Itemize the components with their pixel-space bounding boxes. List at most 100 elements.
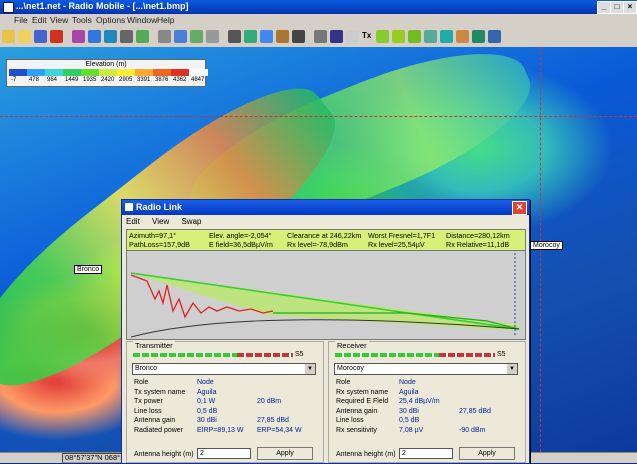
transmitter-row-label: Line loss: [134, 407, 162, 415]
receiver-row-label: Required E Field: [336, 398, 389, 405]
save-icon[interactable]: [34, 30, 47, 43]
tx-apply-button[interactable]: Apply: [257, 447, 313, 460]
open-icon[interactable]: [18, 30, 31, 43]
picture-icon[interactable]: [260, 30, 273, 43]
radio-icon: [125, 203, 133, 211]
transmitter-row-label: Role: [134, 379, 149, 386]
net-icon[interactable]: [50, 30, 63, 43]
menu-help[interactable]: Help: [157, 15, 174, 25]
find-icon[interactable]: [330, 30, 343, 43]
site-label-bronco[interactable]: Bronco: [74, 265, 103, 274]
legend-swatch: [171, 69, 190, 76]
receiver-title: Receiver: [335, 341, 369, 350]
satellite-icon[interactable]: [120, 30, 133, 43]
close-button[interactable]: ×: [623, 1, 637, 14]
globe-icon[interactable]: [88, 30, 101, 43]
receiver-row-label: Antenna gain: [336, 407, 378, 415]
worst-fresnel-value: Worst Fresnel=1,7F1: [368, 231, 436, 240]
rx-signal-bar-red: [439, 353, 495, 357]
legend-tick: 478: [29, 77, 40, 83]
antenna-icon[interactable]: [72, 30, 85, 43]
chevron-down-icon[interactable]: ▼: [507, 364, 517, 374]
legend-tick: -7: [11, 77, 17, 83]
grid-icon[interactable]: [314, 30, 327, 43]
receiver-select[interactable]: Morocoy ▼: [334, 363, 518, 375]
dialog-menu: Edit View Swap: [126, 217, 211, 226]
clearance-value: Clearance at 246,22km: [287, 231, 362, 240]
receiver-row-label: Rx system name: [336, 388, 389, 396]
grid-line-horizontal: [0, 116, 637, 117]
minimize-button[interactable]: _: [597, 1, 611, 14]
menu-file[interactable]: File: [14, 15, 28, 25]
route-icon[interactable]: [440, 30, 453, 43]
map-icon[interactable]: [472, 30, 485, 43]
transmitter-row-value: Aguila: [197, 388, 217, 396]
menu-bar: File Edit View Tools Options Window Help: [0, 14, 637, 27]
menu-tools[interactable]: Tools: [72, 15, 92, 25]
rx-scale-label: S5: [497, 351, 506, 358]
dialog-close-button[interactable]: ✕: [512, 201, 527, 215]
rx-antenna-height-input[interactable]: 2: [399, 448, 453, 459]
azimuth-value: Azimuth=97,1°: [129, 231, 177, 240]
legend-swatch: [117, 69, 136, 76]
tx-antenna-height-input[interactable]: 2: [197, 448, 251, 459]
paste-icon[interactable]: [190, 30, 203, 43]
page-icon[interactable]: [206, 30, 219, 43]
text-icon[interactable]: [346, 30, 359, 43]
receiver-row-value2: -90 dBm: [459, 426, 486, 434]
visual-icon[interactable]: [456, 30, 469, 43]
style-icon[interactable]: [408, 30, 421, 43]
dialog-menu-view[interactable]: View: [152, 217, 169, 226]
tx-signal-bar-red: [237, 353, 293, 357]
merge-icon[interactable]: [136, 30, 149, 43]
receiver-row-value: 25,4 dBµV/m: [399, 398, 440, 405]
copy-icon[interactable]: [174, 30, 187, 43]
profile-svg: [127, 251, 525, 339]
legend-title: Elevation (m): [85, 61, 127, 68]
zoom-icon[interactable]: [292, 30, 305, 43]
polar-icon[interactable]: [392, 30, 405, 43]
transmitter-select[interactable]: Bronco ▼: [132, 363, 316, 375]
info-icon[interactable]: [488, 30, 501, 43]
dialog-menu-edit[interactable]: Edit: [126, 217, 140, 226]
new-icon[interactable]: [2, 30, 15, 43]
rx-apply-button[interactable]: Apply: [459, 447, 515, 460]
globe2-icon[interactable]: [104, 30, 117, 43]
menu-view[interactable]: View: [50, 15, 68, 25]
legend-swatch: [189, 69, 208, 76]
menu-window[interactable]: Window: [127, 15, 157, 25]
radio-link-dialog: Radio Link ✕ Edit View Swap Azimuth=97,1…: [121, 199, 530, 464]
rx-antenna-height-label: Antenna height (m): [336, 451, 396, 458]
transmitter-title: Transmitter: [133, 341, 175, 350]
transmitter-row-label: Tx power: [134, 398, 163, 405]
transmitter-panel: Transmitter S5 Bronco ▼ Role Node Tx syste…: [126, 341, 324, 463]
path-profile-plot[interactable]: [126, 250, 526, 340]
elevation-legend: Elevation (m) -7 478 964 1449 1935 2420 2905 33…: [6, 59, 208, 87]
legend-swatch: [45, 69, 64, 76]
legend-tick: 1935: [83, 77, 97, 83]
tx-antenna-height-label: Antenna height (m): [134, 451, 194, 458]
print-icon[interactable]: [228, 30, 241, 43]
rx-level-uv-value: Rx level=25,54µV: [368, 240, 425, 249]
coverage-icon[interactable]: [424, 30, 437, 43]
menu-options[interactable]: Options: [96, 15, 125, 25]
chevron-down-icon[interactable]: ▼: [305, 364, 315, 374]
dialog-title: Radio Link: [136, 202, 183, 212]
site-label-morocoy[interactable]: Morocoy: [530, 241, 563, 250]
receiver-select-value: Morocoy: [337, 365, 364, 372]
legend-tick: 4847: [191, 77, 205, 83]
tx-button[interactable]: Tx: [362, 31, 371, 40]
elevation-icon[interactable]: [276, 30, 289, 43]
maximize-button[interactable]: □: [610, 1, 624, 14]
menu-edit[interactable]: Edit: [32, 15, 47, 25]
export-icon[interactable]: [244, 30, 257, 43]
elev-angle-value: Elev. angle=-2,054°: [209, 231, 272, 240]
efield-value: E field=36,5dBµV/m: [209, 240, 273, 249]
link-icon[interactable]: [376, 30, 389, 43]
transmitter-row-label: Tx system name: [134, 388, 186, 396]
dialog-menu-swap[interactable]: Swap: [181, 217, 201, 226]
rx-level-dbm-value: Rx level=-78,9dBm: [287, 240, 348, 249]
legend-tick: 3876: [155, 77, 169, 83]
clear-icon[interactable]: [158, 30, 171, 43]
transmitter-row-value: 0,1 W: [197, 398, 216, 405]
